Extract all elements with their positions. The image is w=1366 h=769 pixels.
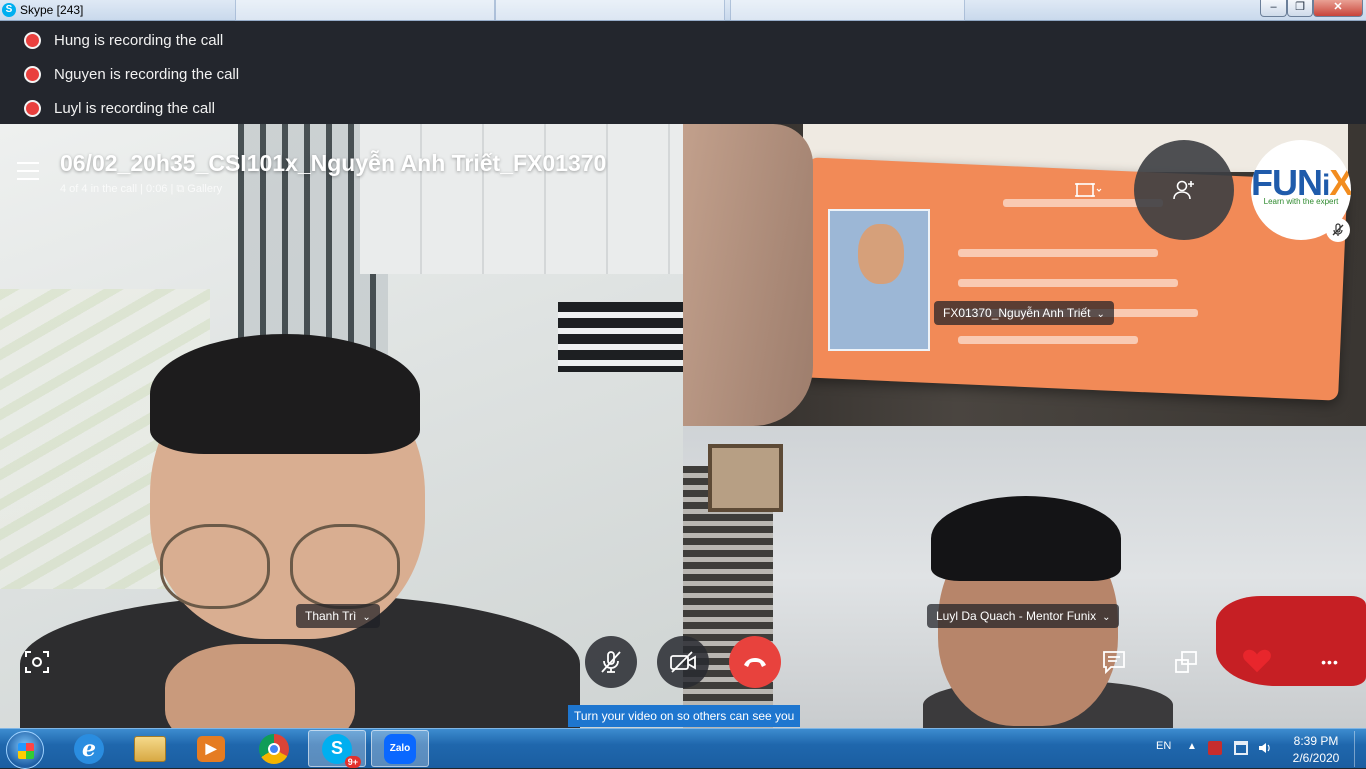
window-titlebar: S Skype [243] – ❐ ✕ [0,0,1366,21]
taskbar-internet-explorer[interactable]: e [60,730,118,767]
notification-badge: 9+ [344,755,361,768]
mute-button[interactable] [585,636,637,688]
taskbar-skype[interactable]: S 9+ [308,730,366,768]
windows-logo-icon [18,743,34,759]
picture-frame [708,444,783,512]
participant-hair [931,496,1121,581]
participant-name-tag[interactable]: Thanh Trì ⌄ [296,604,380,628]
funix-tagline: Learn with the expert [1263,197,1339,206]
call-title: 06/02_20h35_CSI101x_Nguyễn Anh Triết_FX0… [60,150,607,176]
taskbar-file-explorer[interactable] [121,730,179,767]
glasses-left [160,524,270,609]
recording-notice-text: Nguyen is recording the call [54,65,240,83]
video-tile-thanh[interactable] [0,124,683,728]
language-indicator[interactable]: EN [1156,740,1171,752]
network-icon[interactable] [1234,741,1248,755]
end-call-button[interactable] [729,636,781,688]
internet-explorer-icon: e [74,733,104,764]
video-toggle-button[interactable] [657,636,709,688]
recording-notice-text: Hung is recording the call [54,31,224,49]
recording-notice-text: Luyl is recording the call [54,99,215,117]
video-tile-luyl[interactable] [683,426,1366,728]
share-screen-button[interactable] [1171,647,1201,677]
taskbar: e ▶ S 9+ Zalo EN ▲ 8:39 PM 2/6/2020 [0,728,1366,769]
mic-off-icon [601,651,621,673]
skype-icon: S 9+ [322,733,361,768]
background-tab [235,0,495,21]
chevron-down-icon: ⌄ [1096,309,1105,320]
start-button[interactable] [6,731,44,769]
taskbar-media-player[interactable]: ▶ [182,730,240,767]
chat-button[interactable] [1099,647,1129,677]
ceiling [360,124,683,274]
chrome-icon [259,733,289,764]
clock-time[interactable]: 8:39 PM [1290,734,1342,748]
participant-name: Thanh Trì [305,609,357,623]
zalo-icon: Zalo [384,733,416,764]
recording-icon [24,65,41,83]
video-off-icon [670,651,696,673]
background-tab [495,0,725,21]
recording-notice-panel: Hung is recording the call Nguyen is rec… [0,21,1366,124]
maximize-button[interactable]: ❐ [1287,0,1313,17]
hand [683,124,813,426]
id-photo-face [858,224,904,284]
show-hidden-icons-button[interactable]: ▲ [1187,741,1197,752]
add-person-icon [1173,180,1194,200]
show-desktop-button[interactable] [1354,731,1364,767]
layout-icon [1075,183,1102,197]
recording-notice: Nguyen is recording the call [24,63,239,85]
chevron-down-icon: ⌄ [362,612,371,623]
recording-notice: Luyl is recording the call [24,97,215,119]
card-text-line [958,249,1158,257]
card-text-line [958,279,1178,287]
heart-icon [1243,649,1271,673]
participant-hand [165,644,355,728]
taskbar-zalo[interactable]: Zalo [371,730,429,767]
muted-mic-badge [1326,218,1350,242]
participant-name-tag[interactable]: Luyl Da Quach - Mentor Funix ⌄ [927,604,1120,628]
share-screen-icon [1175,651,1197,673]
close-button[interactable]: ✕ [1313,0,1363,17]
recording-icon [24,99,41,117]
screenshot-icon [25,651,49,673]
hang-up-icon [744,658,766,667]
taskbar-chrome[interactable] [245,730,303,767]
participant-name-tag[interactable]: FX01370_Nguyễn Anh Triết ⌄ [934,301,1114,325]
switch-layout-button[interactable] [1075,180,1103,200]
participant-name: FX01370_Nguyễn Anh Triết [943,306,1091,320]
menu-icon[interactable] [17,162,39,180]
chat-icon [1103,651,1125,675]
volume-icon[interactable] [1258,741,1272,755]
folder-icon [134,735,166,762]
clock-date[interactable]: 2/6/2020 [1290,751,1342,765]
background-tab [730,0,965,21]
call-info: 4 of 4 in the call | 0:06 | ⧉ Gallery [60,183,223,195]
add-people-button[interactable] [1134,140,1234,240]
wall-vent [558,302,683,372]
window-title: Skype [243] [20,3,84,17]
snapshot-button[interactable] [22,647,52,677]
participant-hair [150,334,420,454]
recording-icon [24,31,41,49]
skype-icon: S [2,3,16,17]
glasses-right [290,524,400,609]
recording-notice: Hung is recording the call [24,29,223,51]
security-flag-icon[interactable] [1208,741,1222,755]
more-options-button[interactable]: ••• [1314,647,1346,677]
participant-name: Luyl Da Quach - Mentor Funix [936,609,1097,623]
chevron-down-icon: ⌄ [1102,612,1111,623]
card-text-line [958,336,1138,344]
media-player-icon: ▶ [197,735,225,762]
more-icon: ••• [1321,654,1339,670]
react-button[interactable] [1242,646,1272,676]
video-off-tooltip: Turn your video on so others can see you [568,705,801,727]
minimize-button[interactable]: – [1260,0,1287,17]
mic-off-icon [1332,223,1344,236]
